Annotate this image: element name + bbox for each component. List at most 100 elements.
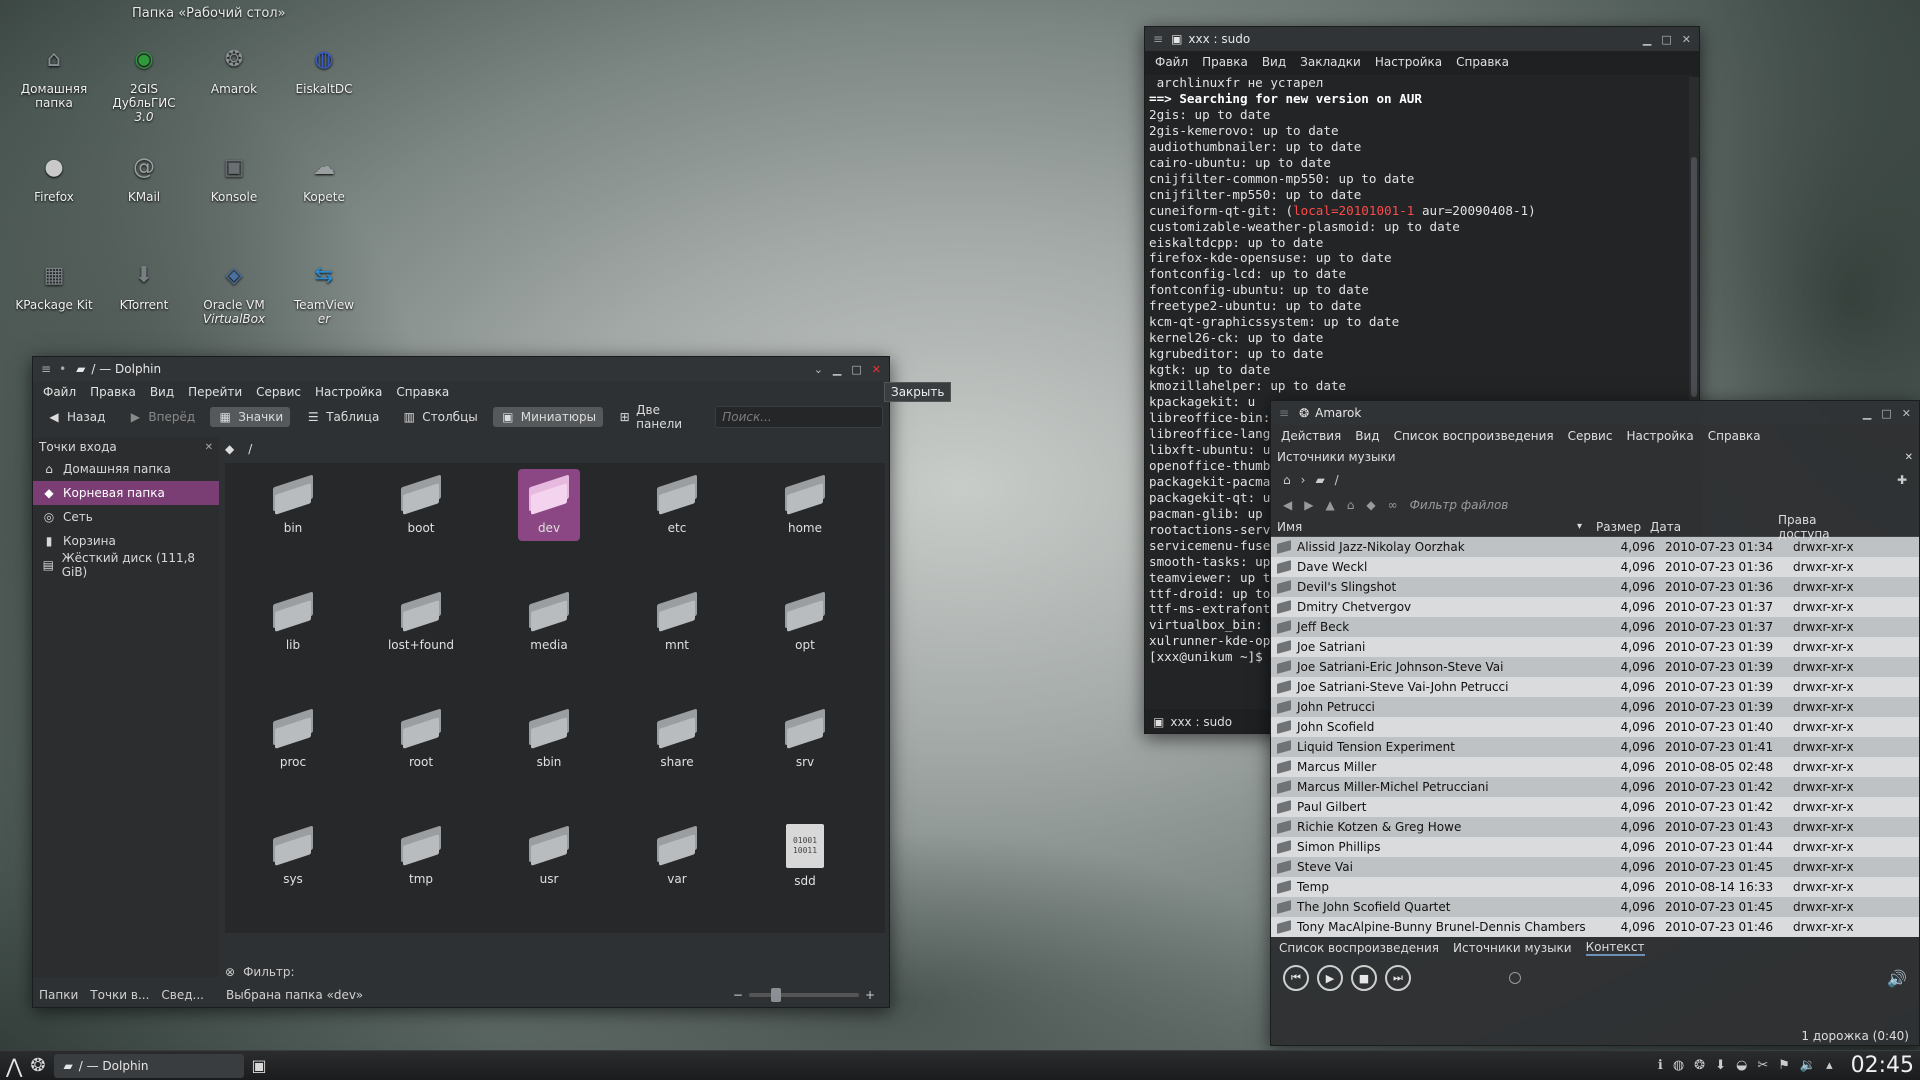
file-item[interactable]: sbin: [485, 703, 613, 769]
desktop-icon[interactable]: ◉ 2GIS ДубльГИС 3.0: [100, 42, 188, 125]
file-item[interactable]: mnt: [613, 586, 741, 652]
stop-button[interactable]: ■: [1351, 965, 1377, 991]
maximize-icon[interactable]: □: [1661, 33, 1671, 46]
file-item[interactable]: lost+found: [357, 586, 485, 652]
file-item[interactable]: opt: [741, 586, 869, 652]
home-icon[interactable]: ⌂: [1347, 498, 1355, 512]
zoom-in-icon[interactable]: +: [865, 988, 875, 1002]
keyboard-layout-flag-icon[interactable]: ⚑: [1778, 1058, 1790, 1073]
download-icon[interactable]: ⬇: [1715, 1058, 1726, 1073]
search-input[interactable]: Поиск...: [715, 406, 883, 428]
table-row[interactable]: Richie Kotzen & Greg Howe 4,096 2010-07-23…: [1271, 817, 1919, 837]
window-menu-icon[interactable]: ≡: [41, 362, 51, 376]
desktop-icon[interactable]: ⬇ KTorrent: [100, 258, 188, 313]
close-panel-icon[interactable]: ✕: [205, 442, 213, 453]
file-item[interactable]: 01001 10011 sdd: [741, 820, 869, 888]
table-row[interactable]: Devil's Slingshot 4,096 2010-07-23 01:36 dr…: [1271, 577, 1919, 597]
menu-item[interactable]: Вид: [1355, 429, 1379, 443]
menu-item[interactable]: Файл: [43, 385, 76, 399]
table-row[interactable]: Simon Phillips 4,096 2010-07-23 01:44 drwxr…: [1271, 837, 1919, 857]
menu-item[interactable]: Справка: [396, 385, 449, 399]
next-track-button[interactable]: ⏭: [1385, 965, 1411, 991]
tab-context[interactable]: Контекст: [1585, 940, 1645, 956]
view-icons-button[interactable]: ▦ Значки: [210, 407, 291, 427]
maximize-icon[interactable]: □: [1881, 407, 1891, 420]
table-row[interactable]: Marcus Miller-Michel Petrucciani 4,096 201…: [1271, 777, 1919, 797]
zoom-out-icon[interactable]: −: [733, 988, 743, 1002]
minimize-icon[interactable]: ▁: [833, 363, 841, 376]
table-row[interactable]: John Scofield 4,096 2010-07-23 01:40 drwxr-…: [1271, 717, 1919, 737]
places-item[interactable]: ◆ Корневая папка: [33, 481, 219, 505]
amarok-tray-icon[interactable]: ❂: [1694, 1058, 1705, 1073]
network-icon[interactable]: ◒: [1736, 1058, 1747, 1073]
table-row[interactable]: Joe Satriani-Steve Vai-John Petrucci 4,09…: [1271, 677, 1919, 697]
menu-item[interactable]: Настройка: [1375, 55, 1442, 69]
menu-item[interactable]: Вид: [150, 385, 174, 399]
sort-chevron-icon[interactable]: ▾: [1577, 521, 1582, 532]
desktop-icon[interactable]: ● Firefox: [10, 150, 98, 205]
terminal-task-icon[interactable]: ▣: [252, 1056, 267, 1075]
menu-item[interactable]: Сервис: [1568, 429, 1613, 443]
menu-item[interactable]: Действия: [1281, 429, 1341, 443]
previous-track-button[interactable]: ⏮: [1283, 965, 1309, 991]
previews-button[interactable]: ▣ Миниатюры: [492, 407, 604, 427]
volume-icon[interactable]: 🔊: [1887, 969, 1907, 988]
info-icon[interactable]: ℹ: [1658, 1058, 1663, 1073]
table-row[interactable]: Jeff Beck 4,096 2010-07-23 01:37 drwxr-xr-x: [1271, 617, 1919, 637]
maximize-icon[interactable]: □: [851, 363, 861, 376]
table-row[interactable]: Marcus Miller 4,096 2010-08-05 02:48 drwxr-…: [1271, 757, 1919, 777]
file-item[interactable]: share: [613, 703, 741, 769]
file-item[interactable]: home: [741, 469, 869, 535]
table-row[interactable]: Dmitry Chetvergov 4,096 2010-07-23 01:37 dr…: [1271, 597, 1919, 617]
menu-item[interactable]: Файл: [1155, 55, 1188, 69]
forward-button[interactable]: ▶ Вперёд: [120, 407, 202, 427]
clear-filter-icon[interactable]: ⊗: [225, 965, 235, 979]
breadcrumb-root[interactable]: /: [248, 442, 252, 456]
file-item[interactable]: dev: [518, 469, 580, 541]
column-size[interactable]: Размер: [1596, 520, 1641, 534]
pin-icon[interactable]: •: [59, 362, 66, 376]
file-item[interactable]: root: [357, 703, 485, 769]
desktop-icon[interactable]: ◍ EiskaltDC: [280, 42, 368, 97]
menu-item[interactable]: Закладки: [1300, 55, 1361, 69]
menu-item[interactable]: Справка: [1456, 55, 1509, 69]
view-details-button[interactable]: ☰ Таблица: [298, 407, 386, 427]
desktop-icon[interactable]: ☁ Kopete: [280, 150, 368, 205]
minimize-icon[interactable]: ▁: [1863, 407, 1871, 420]
konsole-tab[interactable]: ▣ xxx : sudo: [1145, 711, 1240, 733]
zoom-slider-handle[interactable]: [770, 988, 781, 1002]
column-date[interactable]: Дата: [1650, 520, 1774, 534]
split-view-button[interactable]: ⊞ Две панели: [611, 400, 703, 434]
file-item[interactable]: etc: [613, 469, 741, 535]
progress-slider-handle[interactable]: [1509, 972, 1521, 984]
tag-icon[interactable]: ◆: [1366, 498, 1375, 512]
table-row[interactable]: Temp 4,096 2010-08-14 16:33 drwxr-xr-x: [1271, 877, 1919, 897]
file-item[interactable]: boot: [357, 469, 485, 535]
column-name[interactable]: Имя: [1277, 520, 1587, 534]
amarok-titlebar[interactable]: ≡ ❂ Amarok ▁ □ ✕: [1271, 401, 1919, 425]
menu-item[interactable]: Правка: [1202, 55, 1248, 69]
panel-tab-information[interactable]: Свед...: [161, 988, 204, 1002]
table-row[interactable]: Joe Satriani 4,096 2010-07-23 01:39 drwxr-x…: [1271, 637, 1919, 657]
desktop-icon[interactable]: ⇆ TeamView er: [280, 258, 368, 327]
filter-input[interactable]: [303, 963, 703, 981]
column-permissions[interactable]: Права доступа: [1778, 513, 1868, 541]
clock[interactable]: 02:45: [1851, 1053, 1914, 1078]
globe-icon[interactable]: ◍: [1673, 1058, 1684, 1073]
chevron-right-icon[interactable]: ›: [1301, 473, 1306, 487]
places-item[interactable]: ▤ Жёсткий диск (111,8 GiB): [33, 551, 219, 579]
close-icon[interactable]: ✕: [1682, 33, 1691, 46]
scrollbar-thumb[interactable]: [1691, 157, 1697, 397]
table-row[interactable]: Dave Weckl 4,096 2010-07-23 01:36 drwxr-xr-…: [1271, 557, 1919, 577]
places-item[interactable]: ◎ Сеть: [33, 505, 219, 529]
menu-item[interactable]: Правка: [90, 385, 136, 399]
close-icon[interactable]: ✕: [1902, 407, 1911, 420]
panel-tab-folders[interactable]: Папки: [39, 988, 78, 1002]
table-row[interactable]: Liquid Tension Experiment 4,096 2010-07-23…: [1271, 737, 1919, 757]
zoom-slider[interactable]: [748, 988, 859, 1002]
desktop-icon[interactable]: @ KMail: [100, 150, 188, 205]
app-launcher-icon[interactable]: ⋀: [6, 1054, 22, 1078]
file-item[interactable]: lib: [229, 586, 357, 652]
menu-item[interactable]: Вид: [1262, 55, 1286, 69]
volume-icon[interactable]: 🔉: [1800, 1058, 1816, 1073]
